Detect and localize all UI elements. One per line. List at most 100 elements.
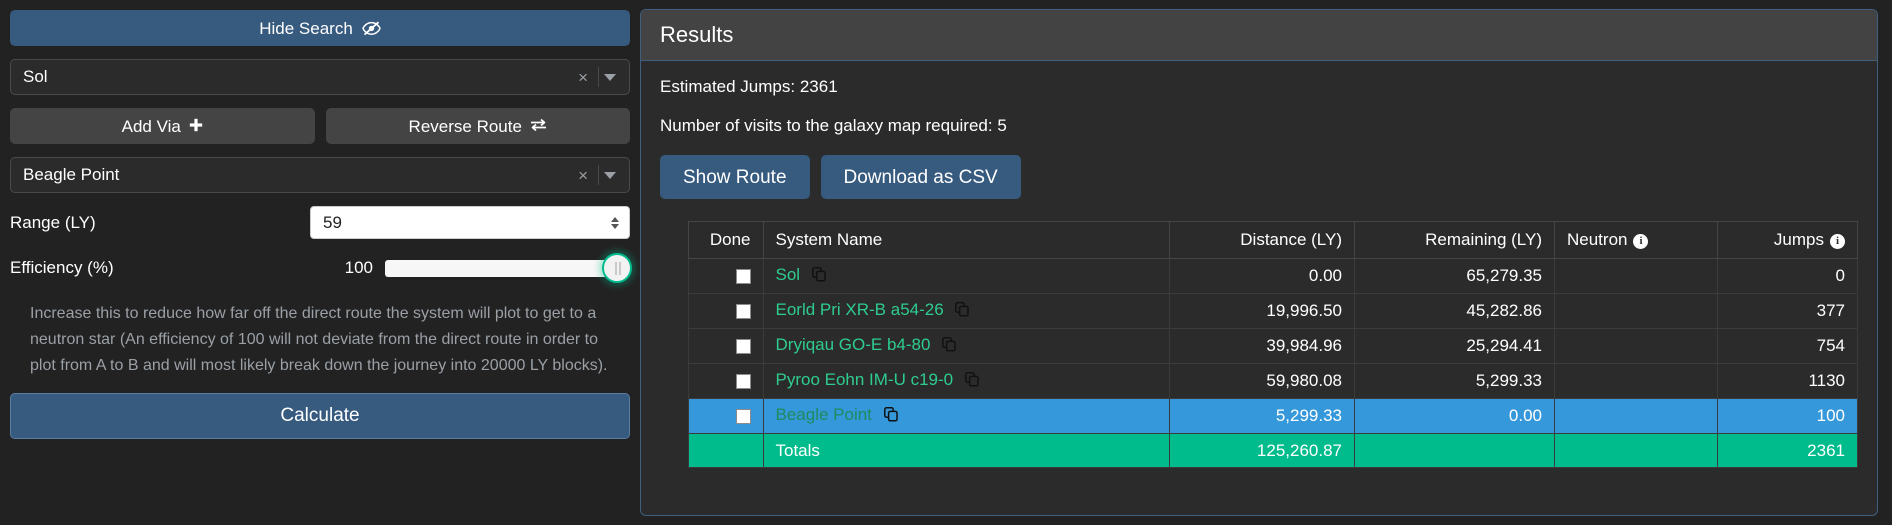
efficiency-slider[interactable] [385, 253, 632, 283]
search-panel: Hide Search Sol × Add Via Reverse Route … [0, 0, 640, 525]
table-row: Sol 0.00 65,279.35 0 [660, 258, 1858, 294]
estimated-jumps-text: Estimated Jumps: 2361 [660, 77, 838, 96]
stepper-down-icon[interactable] [611, 223, 619, 229]
header-neutron-label: Neutron [1567, 230, 1628, 249]
efficiency-help-text: Increase this to reduce how far off the … [30, 305, 608, 374]
app-root: Hide Search Sol × Add Via Reverse Route … [0, 0, 1892, 525]
checkbox-unchecked-icon[interactable] [735, 339, 751, 355]
chevron-down-icon[interactable] [604, 171, 616, 179]
download-csv-label: Download as CSV [843, 166, 998, 188]
info-icon[interactable]: i [1633, 234, 1649, 249]
row-remaining-cell: 25,294.41 [1354, 328, 1555, 364]
range-label: Range (LY) [10, 212, 96, 232]
row-spacer [660, 434, 688, 468]
show-route-label: Show Route [683, 166, 787, 188]
route-actions-row: Add Via Reverse Route [10, 108, 630, 144]
efficiency-field-row: Efficiency (%) 100 [10, 253, 632, 283]
route-table-head: Done System Name Distance (LY) Remaining… [660, 221, 1858, 259]
copy-icon[interactable] [942, 337, 957, 357]
row-remaining-cell: 65,279.35 [1354, 258, 1555, 294]
destination-clear-icon[interactable]: × [569, 167, 597, 184]
header-neutron: Neutron i [1554, 221, 1718, 259]
row-neutron-cell [1554, 328, 1718, 364]
row-neutron-cell [1554, 398, 1718, 434]
totals-remaining [1354, 433, 1555, 468]
reverse-route-button[interactable]: Reverse Route [325, 108, 630, 144]
totals-jumps: 2361 [1717, 433, 1858, 468]
slider-track[interactable] [385, 259, 630, 277]
table-row: Dryiqau GO-E b4-80 39,984.96 25,294.41 7… [660, 328, 1858, 364]
row-done-cell[interactable] [687, 398, 764, 434]
copy-icon[interactable] [883, 407, 899, 427]
row-distance-cell: 5,299.33 [1169, 398, 1355, 434]
copy-icon[interactable] [955, 302, 970, 322]
eye-slash-icon [361, 21, 381, 36]
row-system-cell: Sol [762, 258, 1170, 294]
row-spacer [660, 364, 688, 399]
checkbox-unchecked-icon[interactable] [735, 269, 751, 285]
destination-system-value: Beagle Point [23, 165, 120, 184]
info-icon[interactable]: i [1830, 234, 1845, 249]
calculate-button[interactable]: Calculate [10, 392, 630, 439]
header-jumps: Jumps i [1717, 221, 1858, 259]
range-input[interactable]: 59 [310, 206, 630, 239]
row-distance-cell: 19,996.50 [1169, 293, 1355, 329]
copy-icon[interactable] [964, 372, 980, 392]
row-jumps-cell: 100 [1717, 398, 1858, 434]
slider-thumb[interactable] [602, 253, 632, 283]
row-jumps-cell: 754 [1717, 328, 1858, 364]
select-separator [598, 165, 599, 185]
system-name[interactable]: Beagle Point [776, 405, 872, 424]
row-neutron-cell [1554, 258, 1718, 294]
row-distance-cell: 0.00 [1169, 258, 1355, 294]
reverse-route-label: Reverse Route [408, 116, 522, 136]
copy-icon[interactable] [811, 267, 827, 287]
route-table-body: Sol 0.00 65,279.35 0 Eorld Pri XR-B a54-… [660, 258, 1858, 468]
system-name[interactable]: Eorld Pri XR-B a54-26 [776, 300, 944, 319]
row-done-cell[interactable] [687, 293, 764, 329]
range-value: 59 [323, 212, 342, 232]
header-done: Done [687, 221, 764, 259]
galaxy-map-visits-text: Number of visits to the galaxy map requi… [660, 116, 1007, 135]
row-spacer [660, 259, 688, 294]
results-actions: Show Route Download as CSV [660, 155, 1858, 199]
row-done-cell[interactable] [687, 258, 764, 294]
row-done-cell[interactable] [687, 328, 764, 364]
hide-search-button[interactable]: Hide Search [10, 10, 630, 46]
row-spacer [660, 399, 688, 434]
range-field-row: Range (LY) 59 [10, 206, 630, 239]
table-row-totals: Totals 125,260.87 2361 [660, 433, 1858, 468]
chevron-down-icon[interactable] [604, 73, 616, 81]
table-row-selected: Beagle Point 5,299.33 0.00 100 [660, 398, 1858, 434]
row-system-cell: Dryiqau GO-E b4-80 [762, 328, 1170, 364]
checkbox-unchecked-icon[interactable] [735, 409, 751, 425]
quantity-stepper[interactable] [607, 216, 623, 229]
row-jumps-cell: 1130 [1717, 363, 1858, 399]
stepper-up-icon[interactable] [611, 216, 619, 222]
add-via-button[interactable]: Add Via [10, 108, 315, 144]
row-done-cell[interactable] [687, 363, 764, 399]
source-system-value: Sol [23, 67, 48, 86]
results-body: Estimated Jumps: 2361 Number of visits t… [641, 61, 1877, 515]
source-clear-icon[interactable]: × [569, 69, 597, 86]
source-system-select[interactable]: Sol × [10, 59, 630, 95]
efficiency-label: Efficiency (%) [10, 258, 114, 277]
checkbox-unchecked-icon[interactable] [735, 374, 751, 390]
row-spacer [660, 294, 688, 329]
row-remaining-cell: 0.00 [1354, 398, 1555, 434]
row-remaining-cell: 45,282.86 [1354, 293, 1555, 329]
system-name[interactable]: Pyroo Eohn IM-U c19-0 [776, 370, 954, 389]
system-name[interactable]: Sol [776, 265, 801, 284]
destination-system-select[interactable]: Beagle Point × [10, 157, 630, 193]
row-jumps-cell: 377 [1717, 293, 1858, 329]
row-system-cell: Pyroo Eohn IM-U c19-0 [762, 363, 1170, 399]
show-route-button[interactable]: Show Route [660, 155, 810, 199]
totals-label: Totals [762, 433, 1170, 468]
table-row: Eorld Pri XR-B a54-26 19,996.50 45,282.8… [660, 293, 1858, 329]
system-name[interactable]: Dryiqau GO-E b4-80 [776, 335, 931, 354]
row-remaining-cell: 5,299.33 [1354, 363, 1555, 399]
checkbox-unchecked-icon[interactable] [735, 304, 751, 320]
row-distance-cell: 39,984.96 [1169, 328, 1355, 364]
calculate-label: Calculate [280, 405, 360, 427]
download-csv-button[interactable]: Download as CSV [820, 155, 1021, 199]
